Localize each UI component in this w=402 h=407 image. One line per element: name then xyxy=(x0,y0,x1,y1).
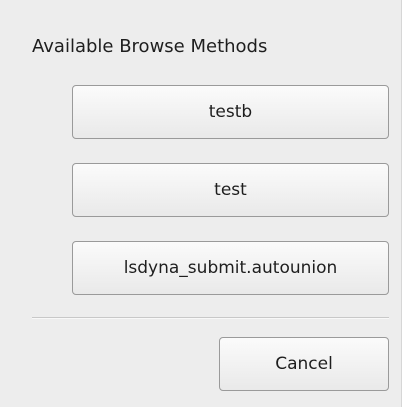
browse-methods-dialog: Available Browse Methods testb test lsdy… xyxy=(0,0,402,407)
dialog-title: Available Browse Methods xyxy=(32,36,268,57)
cancel-button[interactable]: Cancel xyxy=(219,337,389,391)
browse-method-button-testb[interactable]: testb xyxy=(72,85,389,139)
browse-method-button-test[interactable]: test xyxy=(72,163,389,217)
browse-method-button-lsdyna-submit-autounion[interactable]: lsdyna_submit.autounion xyxy=(72,241,389,295)
separator xyxy=(32,317,389,319)
